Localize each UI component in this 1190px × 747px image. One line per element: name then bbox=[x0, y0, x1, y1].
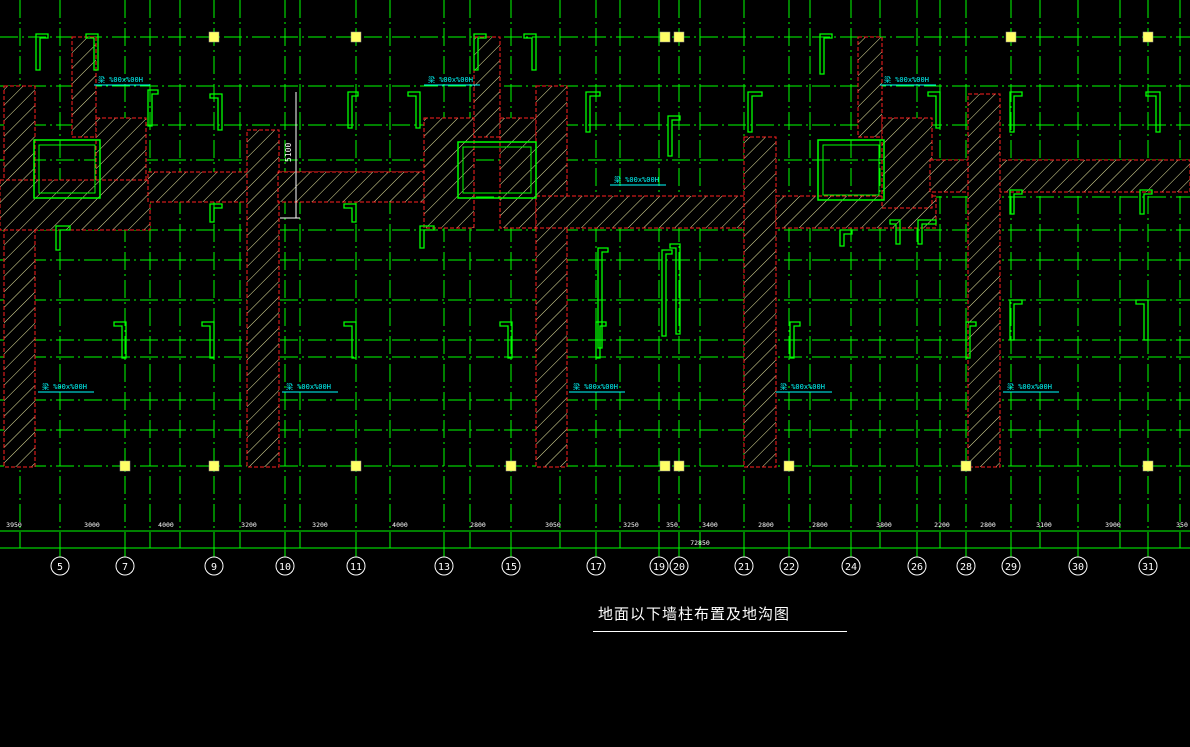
beam-label: 梁 %00x%00H bbox=[884, 75, 929, 84]
span-dimension: 4000 bbox=[158, 521, 174, 529]
axis-label: 28 bbox=[960, 562, 972, 573]
span-dimension: 2800 bbox=[758, 521, 774, 529]
beam-label: 梁 %00x%00H bbox=[1007, 382, 1052, 391]
axis-label: 17 bbox=[590, 562, 602, 573]
span-dimension: 2800 bbox=[470, 521, 486, 529]
column-outline bbox=[661, 249, 673, 337]
column-outline bbox=[1135, 299, 1149, 341]
beam-label: 梁 %00x%00H bbox=[614, 175, 659, 184]
column-outline bbox=[523, 33, 537, 71]
pile-pad bbox=[1005, 31, 1017, 43]
hatched-wall bbox=[743, 136, 777, 468]
column-outline bbox=[1009, 299, 1023, 341]
span-dimension: 3950 bbox=[6, 521, 22, 529]
axis-label: 19 bbox=[653, 562, 665, 573]
axis-label: 9 bbox=[211, 562, 217, 573]
cad-drawing-canvas: 梁 %00x%00H 梁 %00x%00H 梁 %00x%00H 梁 %00x%00H… bbox=[0, 0, 1190, 743]
column-outline bbox=[667, 115, 681, 157]
span-dimension: 3200 bbox=[241, 521, 257, 529]
drawing-title: 地面以下墙柱布置及地沟图 bbox=[598, 605, 791, 623]
hatched-wall bbox=[857, 36, 883, 138]
pile-pad bbox=[1142, 31, 1154, 43]
axis-label: 22 bbox=[783, 562, 795, 573]
hatched-wall bbox=[71, 36, 97, 138]
axis-label: 7 bbox=[122, 562, 128, 573]
span-dimension: 3000 bbox=[84, 521, 100, 529]
pile-pad bbox=[960, 460, 972, 472]
span-dimension: 2200 bbox=[934, 521, 950, 529]
span-dimension: 3800 bbox=[876, 521, 892, 529]
column-outline bbox=[1139, 189, 1153, 215]
pile-pad bbox=[505, 460, 517, 472]
hatched-wall bbox=[0, 179, 151, 231]
pile-pad bbox=[208, 31, 220, 43]
axis-label: 5 bbox=[57, 562, 63, 573]
beam-label: 梁 %00x%00H bbox=[428, 75, 473, 84]
pile-pad bbox=[350, 31, 362, 43]
pile-pad bbox=[119, 460, 131, 472]
column-outline bbox=[35, 33, 49, 71]
span-dimension: 3200 bbox=[312, 521, 328, 529]
axis-label: 20 bbox=[673, 562, 685, 573]
hatched-wall bbox=[967, 93, 1001, 468]
axis-label: 29 bbox=[1005, 562, 1017, 573]
column-outline bbox=[747, 91, 763, 133]
span-dimension: 4000 bbox=[392, 521, 408, 529]
span-dimension: 3400 bbox=[702, 521, 718, 529]
hatched-wall bbox=[3, 85, 36, 468]
pile-pad bbox=[783, 460, 795, 472]
column-outline bbox=[839, 229, 853, 247]
hatched-wall bbox=[423, 117, 475, 229]
axis-bubbles: 5 7 9 10 11 13 15 17 19 20 21 22 24 26 28 29 30 31 bbox=[50, 548, 1158, 576]
axis-label: 26 bbox=[911, 562, 923, 573]
axis-label: 11 bbox=[350, 562, 362, 573]
span-dimension: 2800 bbox=[980, 521, 996, 529]
column-outline bbox=[819, 33, 833, 75]
column-outline bbox=[407, 91, 421, 129]
column-outline bbox=[1009, 189, 1023, 215]
beam-label: 梁 %00x%00H bbox=[42, 382, 87, 391]
hatched-wall bbox=[881, 117, 933, 209]
span-dimension: 3250 bbox=[623, 521, 639, 529]
column-outline bbox=[419, 225, 435, 249]
span-dimension: 2800 bbox=[812, 521, 828, 529]
title-underline bbox=[593, 631, 847, 632]
pile-pad bbox=[350, 460, 362, 472]
hatched-wall bbox=[535, 85, 568, 468]
pile-pad bbox=[673, 460, 685, 472]
span-dimension: 350 bbox=[666, 521, 678, 529]
hatched-wall bbox=[246, 129, 280, 468]
axis-label: 30 bbox=[1072, 562, 1084, 573]
beam-label: 梁 %00x%00H bbox=[780, 382, 825, 391]
axis-label: 13 bbox=[438, 562, 450, 573]
axis-label: 24 bbox=[845, 562, 857, 573]
pile-pad bbox=[208, 460, 220, 472]
grid-lines bbox=[0, 0, 1190, 548]
column-outline bbox=[585, 91, 601, 133]
span-dimension: 3100 bbox=[1036, 521, 1052, 529]
vertical-dim-text: 5100 bbox=[284, 143, 293, 162]
pile-pad bbox=[673, 31, 685, 43]
hatched-wall bbox=[535, 195, 747, 229]
pile-pad bbox=[1142, 460, 1154, 472]
hatched-wall bbox=[277, 171, 427, 203]
axis-label: 31 bbox=[1142, 562, 1154, 573]
column-outline bbox=[209, 203, 223, 223]
beam-label: 梁 %00x%00H bbox=[573, 382, 618, 391]
axis-label: 10 bbox=[279, 562, 291, 573]
axis-label: 21 bbox=[738, 562, 750, 573]
column-outline bbox=[1009, 91, 1023, 133]
pile-pad bbox=[659, 31, 671, 43]
span-dimension: 3900 bbox=[1105, 521, 1121, 529]
span-dimension: 350 bbox=[1176, 521, 1188, 529]
axis-label: 15 bbox=[505, 562, 517, 573]
pile-pad bbox=[659, 460, 671, 472]
total-dimension: 72850 bbox=[690, 539, 710, 547]
beam-label: 梁 %00x%00H bbox=[286, 382, 331, 391]
span-dimension: 3050 bbox=[545, 521, 561, 529]
column-outline bbox=[343, 203, 357, 223]
beam-label: 梁 %00x%00H bbox=[98, 75, 143, 84]
